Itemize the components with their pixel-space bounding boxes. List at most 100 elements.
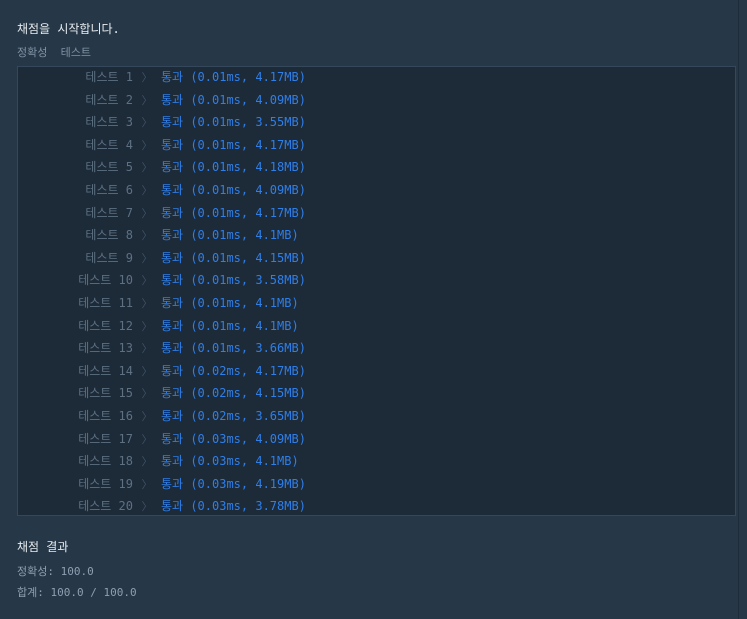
test-label: 테스트 3	[85, 115, 133, 129]
chevron-right-icon: 〉	[141, 478, 153, 491]
test-stats: (0.03ms, 4.19MB)	[190, 477, 306, 491]
test-result-row: 테스트 1 〉 통과 (0.01ms, 4.17MB)	[18, 66, 306, 88]
chevron-right-icon: 〉	[141, 365, 153, 378]
chevron-right-icon: 〉	[141, 433, 153, 446]
test-result-row: 테스트 6 〉 통과 (0.01ms, 4.09MB)	[18, 179, 306, 201]
test-verdict: 통과	[161, 296, 184, 310]
test-result-row: 테스트 16 〉 통과 (0.02ms, 3.65MB)	[18, 405, 306, 427]
grading-output-panel: 채점을 시작합니다. 정확성 테스트 테스트 1 〉 통과 (0.01ms, 4.1…	[0, 0, 739, 619]
test-stats: (0.03ms, 4.09MB)	[190, 432, 306, 446]
test-verdict: 통과	[161, 454, 184, 468]
chevron-right-icon: 〉	[141, 161, 153, 174]
chevron-right-icon: 〉	[141, 94, 153, 107]
test-results-list[interactable]: 테스트 1 〉 통과 (0.01ms, 4.17MB) 테스트 2 〉 통과 (0.01m…	[17, 66, 736, 516]
test-result-row: 테스트 20 〉 통과 (0.03ms, 3.78MB)	[18, 495, 306, 517]
test-stats: (0.02ms, 4.15MB)	[190, 386, 306, 400]
test-verdict: 통과	[161, 432, 184, 446]
test-result-row: 테스트 14 〉 통과 (0.02ms, 4.17MB)	[18, 360, 306, 382]
chevron-right-icon: 〉	[141, 139, 153, 152]
test-verdict: 통과	[161, 138, 184, 152]
test-stats: (0.01ms, 4.18MB)	[190, 160, 306, 174]
test-verdict: 통과	[161, 70, 184, 84]
test-label: 테스트 15	[78, 386, 133, 400]
chevron-right-icon: 〉	[141, 455, 153, 468]
test-label: 테스트 17	[78, 432, 133, 446]
test-label: 테스트 18	[78, 454, 133, 468]
test-verdict: 통과	[161, 115, 184, 129]
accuracy-score: 정확성: 100.0	[17, 565, 94, 578]
test-verdict: 통과	[161, 386, 184, 400]
test-verdict: 통과	[161, 251, 184, 265]
test-label: 테스트 4	[85, 138, 133, 152]
test-verdict: 통과	[161, 364, 184, 378]
test-verdict: 통과	[161, 93, 184, 107]
test-stats: (0.01ms, 4.17MB)	[190, 138, 306, 152]
test-stats: (0.01ms, 4.15MB)	[190, 251, 306, 265]
chevron-right-icon: 〉	[141, 320, 153, 333]
chevron-right-icon: 〉	[141, 252, 153, 265]
test-label: 테스트 14	[78, 364, 133, 378]
test-result-row: 테스트 12 〉 통과 (0.01ms, 4.1MB)	[18, 315, 299, 337]
test-result-row: 테스트 13 〉 통과 (0.01ms, 3.66MB)	[18, 337, 306, 359]
test-result-row: 테스트 2 〉 통과 (0.01ms, 4.09MB)	[18, 89, 306, 111]
test-stats: (0.01ms, 4.1MB)	[190, 296, 299, 310]
test-verdict: 통과	[161, 273, 184, 287]
chevron-right-icon: 〉	[141, 500, 153, 513]
test-verdict: 통과	[161, 228, 184, 242]
test-result-row: 테스트 19 〉 통과 (0.03ms, 4.19MB)	[18, 473, 306, 495]
test-stats: (0.01ms, 3.58MB)	[190, 273, 306, 287]
test-label: 테스트 1	[85, 70, 133, 84]
chevron-right-icon: 〉	[141, 184, 153, 197]
chevron-right-icon: 〉	[141, 116, 153, 129]
test-result-row: 테스트 18 〉 통과 (0.03ms, 4.1MB)	[18, 450, 299, 472]
test-label: 테스트 19	[78, 477, 133, 491]
test-result-row: 테스트 17 〉 통과 (0.03ms, 4.09MB)	[18, 428, 306, 450]
test-stats: (0.01ms, 3.66MB)	[190, 341, 306, 355]
test-label: 테스트 6	[85, 183, 133, 197]
test-stats: (0.03ms, 3.78MB)	[190, 499, 306, 513]
test-result-row: 테스트 10 〉 통과 (0.01ms, 3.58MB)	[18, 269, 306, 291]
test-label: 테스트 12	[78, 319, 133, 333]
test-result-row: 테스트 4 〉 통과 (0.01ms, 4.17MB)	[18, 134, 306, 156]
test-stats: (0.01ms, 4.17MB)	[190, 206, 306, 220]
chevron-right-icon: 〉	[141, 297, 153, 310]
test-verdict: 통과	[161, 160, 184, 174]
test-verdict: 통과	[161, 183, 184, 197]
chevron-right-icon: 〉	[141, 71, 153, 84]
accuracy-test-section-label: 정확성 테스트	[17, 46, 91, 59]
test-label: 테스트 9	[85, 251, 133, 265]
test-label: 테스트 2	[85, 93, 133, 107]
test-label: 테스트 20	[78, 499, 133, 513]
test-verdict: 통과	[161, 319, 184, 333]
chevron-right-icon: 〉	[141, 387, 153, 400]
test-label: 테스트 11	[78, 296, 133, 310]
test-verdict: 통과	[161, 206, 184, 220]
test-verdict: 통과	[161, 477, 184, 491]
test-stats: (0.01ms, 4.09MB)	[190, 93, 306, 107]
test-label: 테스트 13	[78, 341, 133, 355]
grading-status-text: 채점을 시작합니다.	[17, 22, 120, 36]
test-label: 테스트 16	[78, 409, 133, 423]
test-result-row: 테스트 3 〉 통과 (0.01ms, 3.55MB)	[18, 111, 306, 133]
test-stats: (0.01ms, 4.1MB)	[190, 319, 299, 333]
test-stats: (0.01ms, 4.09MB)	[190, 183, 306, 197]
test-stats: (0.01ms, 4.17MB)	[190, 70, 306, 84]
grading-result-title: 채점 결과	[17, 540, 69, 554]
test-stats: (0.02ms, 4.17MB)	[190, 364, 306, 378]
test-verdict: 통과	[161, 499, 184, 513]
chevron-right-icon: 〉	[141, 274, 153, 287]
test-result-row: 테스트 11 〉 통과 (0.01ms, 4.1MB)	[18, 292, 299, 314]
chevron-right-icon: 〉	[141, 410, 153, 423]
test-stats: (0.01ms, 3.55MB)	[190, 115, 306, 129]
test-label: 테스트 8	[85, 228, 133, 242]
test-result-row: 테스트 5 〉 통과 (0.01ms, 4.18MB)	[18, 156, 306, 178]
test-result-row: 테스트 9 〉 통과 (0.01ms, 4.15MB)	[18, 247, 306, 269]
test-result-row: 테스트 15 〉 통과 (0.02ms, 4.15MB)	[18, 382, 306, 404]
test-stats: (0.01ms, 4.1MB)	[190, 228, 299, 242]
chevron-right-icon: 〉	[141, 229, 153, 242]
test-verdict: 통과	[161, 409, 184, 423]
chevron-right-icon: 〉	[141, 207, 153, 220]
test-verdict: 통과	[161, 341, 184, 355]
test-label: 테스트 10	[78, 273, 133, 287]
total-score: 합계: 100.0 / 100.0	[17, 586, 137, 599]
